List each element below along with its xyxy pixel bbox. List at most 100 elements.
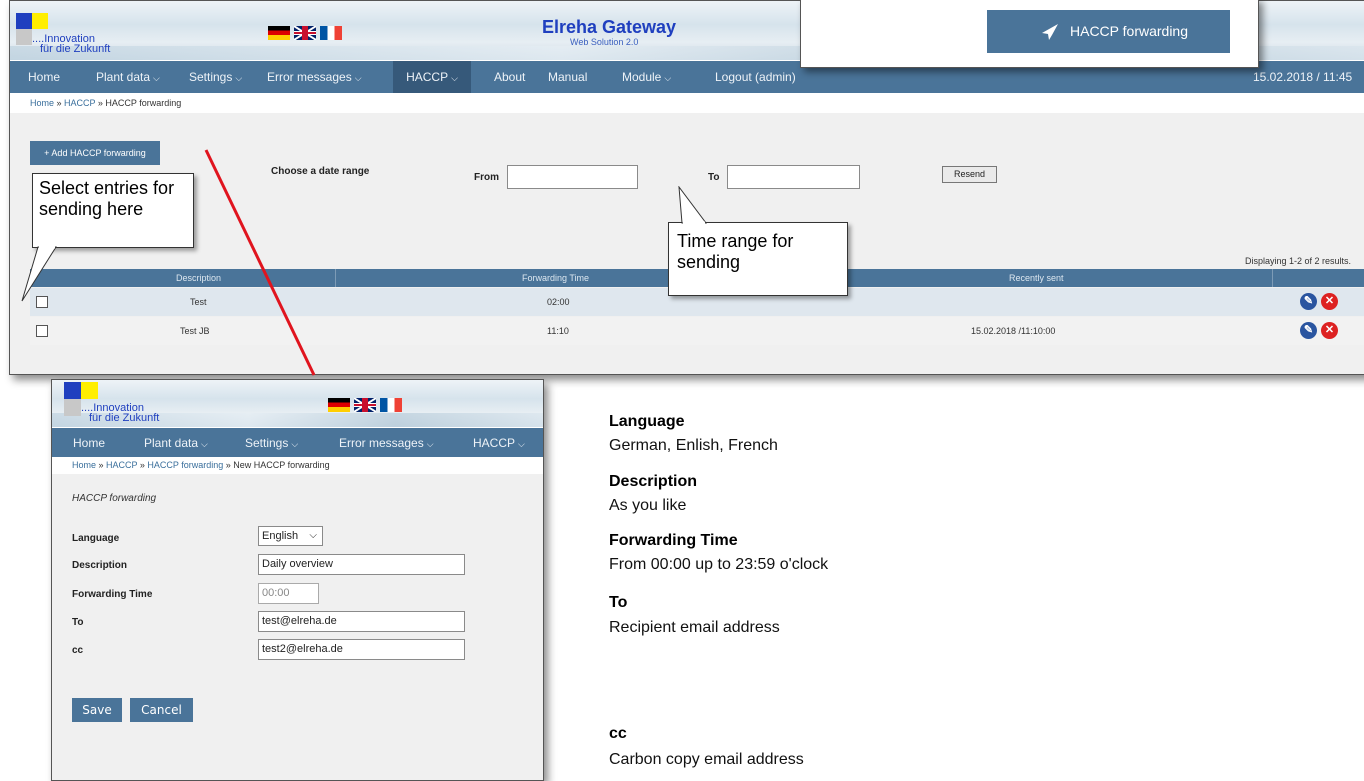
row-description: Test (190, 297, 207, 307)
delete-icon[interactable]: ✕ (1321, 293, 1338, 310)
to-label: To (708, 172, 720, 183)
logo-yellow-square (32, 13, 48, 29)
chevron-down-icon: ⌵ (664, 73, 672, 83)
cancel-button[interactable]: Cancel (130, 698, 193, 722)
uk-flag-icon[interactable] (294, 26, 316, 40)
nav-home[interactable]: Home (73, 436, 105, 450)
to-date-input[interactable] (727, 165, 860, 189)
menu-item-label: HACCP forwarding (1070, 23, 1189, 39)
callout-pointer (678, 186, 707, 224)
info-language-heading: Language (609, 413, 685, 430)
nav-logout[interactable]: Logout (admin) (715, 70, 796, 84)
forwarding-time-label: Forwarding Time (72, 589, 153, 600)
nav-datetime: 15.02.2018 / 11:45 (1253, 70, 1353, 84)
resend-button[interactable]: Resend (942, 166, 997, 183)
logo-gray-square (64, 399, 81, 416)
logo-line2: für die Zukunft (40, 43, 111, 55)
table-row[interactable]: Test JB 11:10 15.02.2018 /11:10:00 ✎ ✕ (30, 317, 1364, 345)
breadcrumb-haccp[interactable]: HACCP (64, 98, 95, 108)
info-to-heading: To (609, 594, 628, 611)
form-section-title: HACCP forwarding (72, 493, 157, 504)
cc-email-input[interactable]: test2@elreha.de (258, 639, 465, 660)
german-flag-icon[interactable] (268, 26, 290, 40)
row-forwarding-time: 11:10 (547, 326, 569, 336)
col-forwarding-time[interactable]: Forwarding Time (522, 273, 589, 283)
col-description[interactable]: Description (176, 273, 221, 283)
from-label: From (474, 172, 499, 183)
from-date-input[interactable] (507, 165, 638, 189)
chevron-down-icon: ⌵ (451, 73, 458, 83)
app-title: Elreha Gateway (542, 17, 677, 37)
menu-item-haccp-forwarding[interactable]: HACCP forwarding (987, 10, 1230, 53)
forwarding-time-input[interactable]: 00:00 (258, 583, 319, 604)
to-email-input[interactable]: test@elreha.de (258, 611, 465, 632)
delete-icon[interactable]: ✕ (1321, 322, 1338, 339)
chevron-down-icon: ⌵ (426, 439, 434, 449)
nav-haccp[interactable]: HACCP ⌵ (393, 61, 471, 93)
description-input[interactable]: Daily overview (258, 554, 465, 575)
save-button[interactable]: Save (72, 698, 122, 722)
cc-label: cc (72, 645, 84, 656)
chevron-down-icon: ⌵ (354, 73, 362, 83)
row-forwarding-time: 02:00 (547, 297, 570, 307)
col-recently-sent[interactable]: Recently sent (1009, 273, 1064, 283)
edit-icon[interactable]: ✎ (1300, 293, 1317, 310)
header-divider (1272, 269, 1273, 287)
description-label: Description (72, 560, 128, 571)
row-recently-sent: 15.02.2018 /11:10:00 (971, 326, 1056, 336)
new-haccp-forwarding-window: ....Innovation für die Zukunft Home Plan… (51, 379, 544, 781)
nav-haccp[interactable]: HACCP ⌵ (473, 436, 525, 450)
info-description-heading: Description (609, 473, 698, 490)
breadcrumb-home[interactable]: Home (30, 98, 54, 108)
logo-gray-square (16, 29, 32, 45)
menu-zoom-popup: HACCP forwarding (800, 0, 1259, 68)
results-count: Displaying 1-2 of 2 results. (1245, 256, 1352, 266)
logo-blue-square (16, 13, 32, 29)
date-range-label: Choose a date range (271, 166, 370, 177)
add-haccp-forwarding-button[interactable]: + Add HACCP forwarding (30, 141, 160, 165)
nav-error-messages[interactable]: Error messages ⌵ (339, 436, 434, 450)
info-description-text: As you like (609, 497, 687, 514)
uk-flag-icon[interactable] (354, 398, 376, 412)
chevron-down-icon: ⌵ (201, 439, 208, 449)
nav-module[interactable]: Module ⌵ (622, 70, 671, 84)
language-select[interactable]: English ⌵ (258, 526, 323, 546)
row-description: Test JB (180, 326, 210, 336)
info-time-heading: Forwarding Time (609, 532, 738, 549)
info-language-text: German, Enlish, French (609, 437, 778, 454)
nav-manual[interactable]: Manual (548, 70, 587, 84)
nav-plant-data[interactable]: Plant data ⌵ (96, 70, 160, 84)
info-cc-heading: cc (609, 725, 627, 742)
logo-text: ....Innovation für die Zukunft (32, 34, 111, 55)
language-label: Language (72, 533, 120, 544)
info-to-text: Recipient email address (609, 619, 780, 636)
info-time-text: From 00:00 up to 23:59 o'clock (609, 556, 829, 573)
callout-pointer (21, 246, 57, 302)
breadcrumb-current: HACCP forwarding (105, 98, 182, 108)
logo-blue-square (64, 382, 81, 399)
form-navbar: Home Plant data ⌵ Settings ⌵ Error message… (52, 428, 543, 457)
logo-text: ....Innovation für die Zukunft (81, 402, 160, 424)
to-label: To (72, 617, 84, 628)
info-cc-text: Carbon copy email address (609, 751, 804, 768)
nav-settings[interactable]: Settings ⌵ (189, 70, 242, 84)
chevron-down-icon: ⌵ (291, 439, 299, 449)
chevron-down-icon: ⌵ (518, 439, 525, 449)
header-divider (335, 269, 336, 287)
nav-home[interactable]: Home (28, 70, 60, 84)
app-subtitle: Web Solution 2.0 (570, 37, 639, 47)
french-flag-icon[interactable] (380, 398, 402, 412)
nav-settings[interactable]: Settings ⌵ (245, 436, 298, 450)
chevron-down-icon: ⌵ (153, 73, 160, 83)
nav-about[interactable]: About (494, 70, 525, 84)
breadcrumb: Home » HACCP » HACCP forwarding (30, 98, 182, 108)
row-select-checkbox[interactable] (36, 325, 48, 337)
breadcrumb: Home » HACCP » HACCP forwarding » New HA… (72, 460, 330, 470)
edit-icon[interactable]: ✎ (1300, 322, 1317, 339)
french-flag-icon[interactable] (320, 26, 342, 40)
nav-error-messages[interactable]: Error messages ⌵ (267, 70, 362, 84)
nav-plant-data[interactable]: Plant data ⌵ (144, 436, 208, 450)
german-flag-icon[interactable] (328, 398, 350, 412)
logo-yellow-square (81, 382, 98, 399)
paper-plane-icon (1042, 24, 1058, 40)
